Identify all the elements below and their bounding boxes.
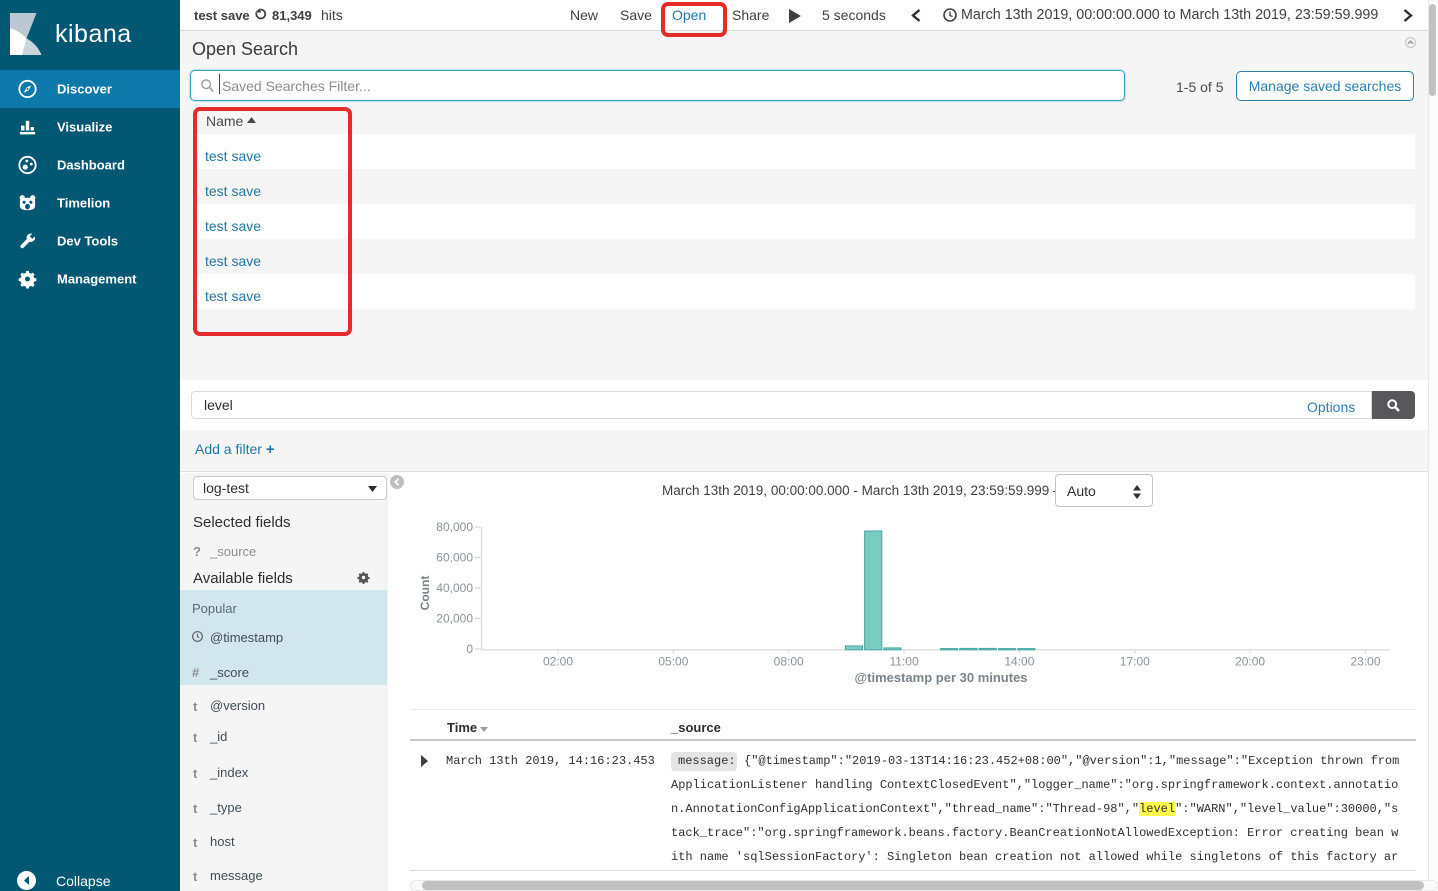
svg-text:20:00: 20:00	[1235, 655, 1265, 669]
svg-text:20,000: 20,000	[436, 612, 473, 626]
svg-text:17:00: 17:00	[1120, 655, 1150, 669]
svg-text:Count: Count	[418, 576, 432, 611]
svg-text:@timestamp per 30 minutes: @timestamp per 30 minutes	[854, 670, 1027, 685]
svg-text:14:00: 14:00	[1004, 655, 1034, 669]
svg-text:80,000: 80,000	[436, 520, 473, 534]
svg-text:0: 0	[466, 642, 473, 656]
svg-text:05:00: 05:00	[658, 655, 688, 669]
svg-text:40,000: 40,000	[436, 581, 473, 595]
svg-text:02:00: 02:00	[543, 655, 573, 669]
svg-text:08:00: 08:00	[774, 655, 804, 669]
svg-text:23:00: 23:00	[1350, 655, 1380, 669]
svg-text:60,000: 60,000	[436, 551, 473, 565]
svg-text:11:00: 11:00	[890, 655, 919, 669]
